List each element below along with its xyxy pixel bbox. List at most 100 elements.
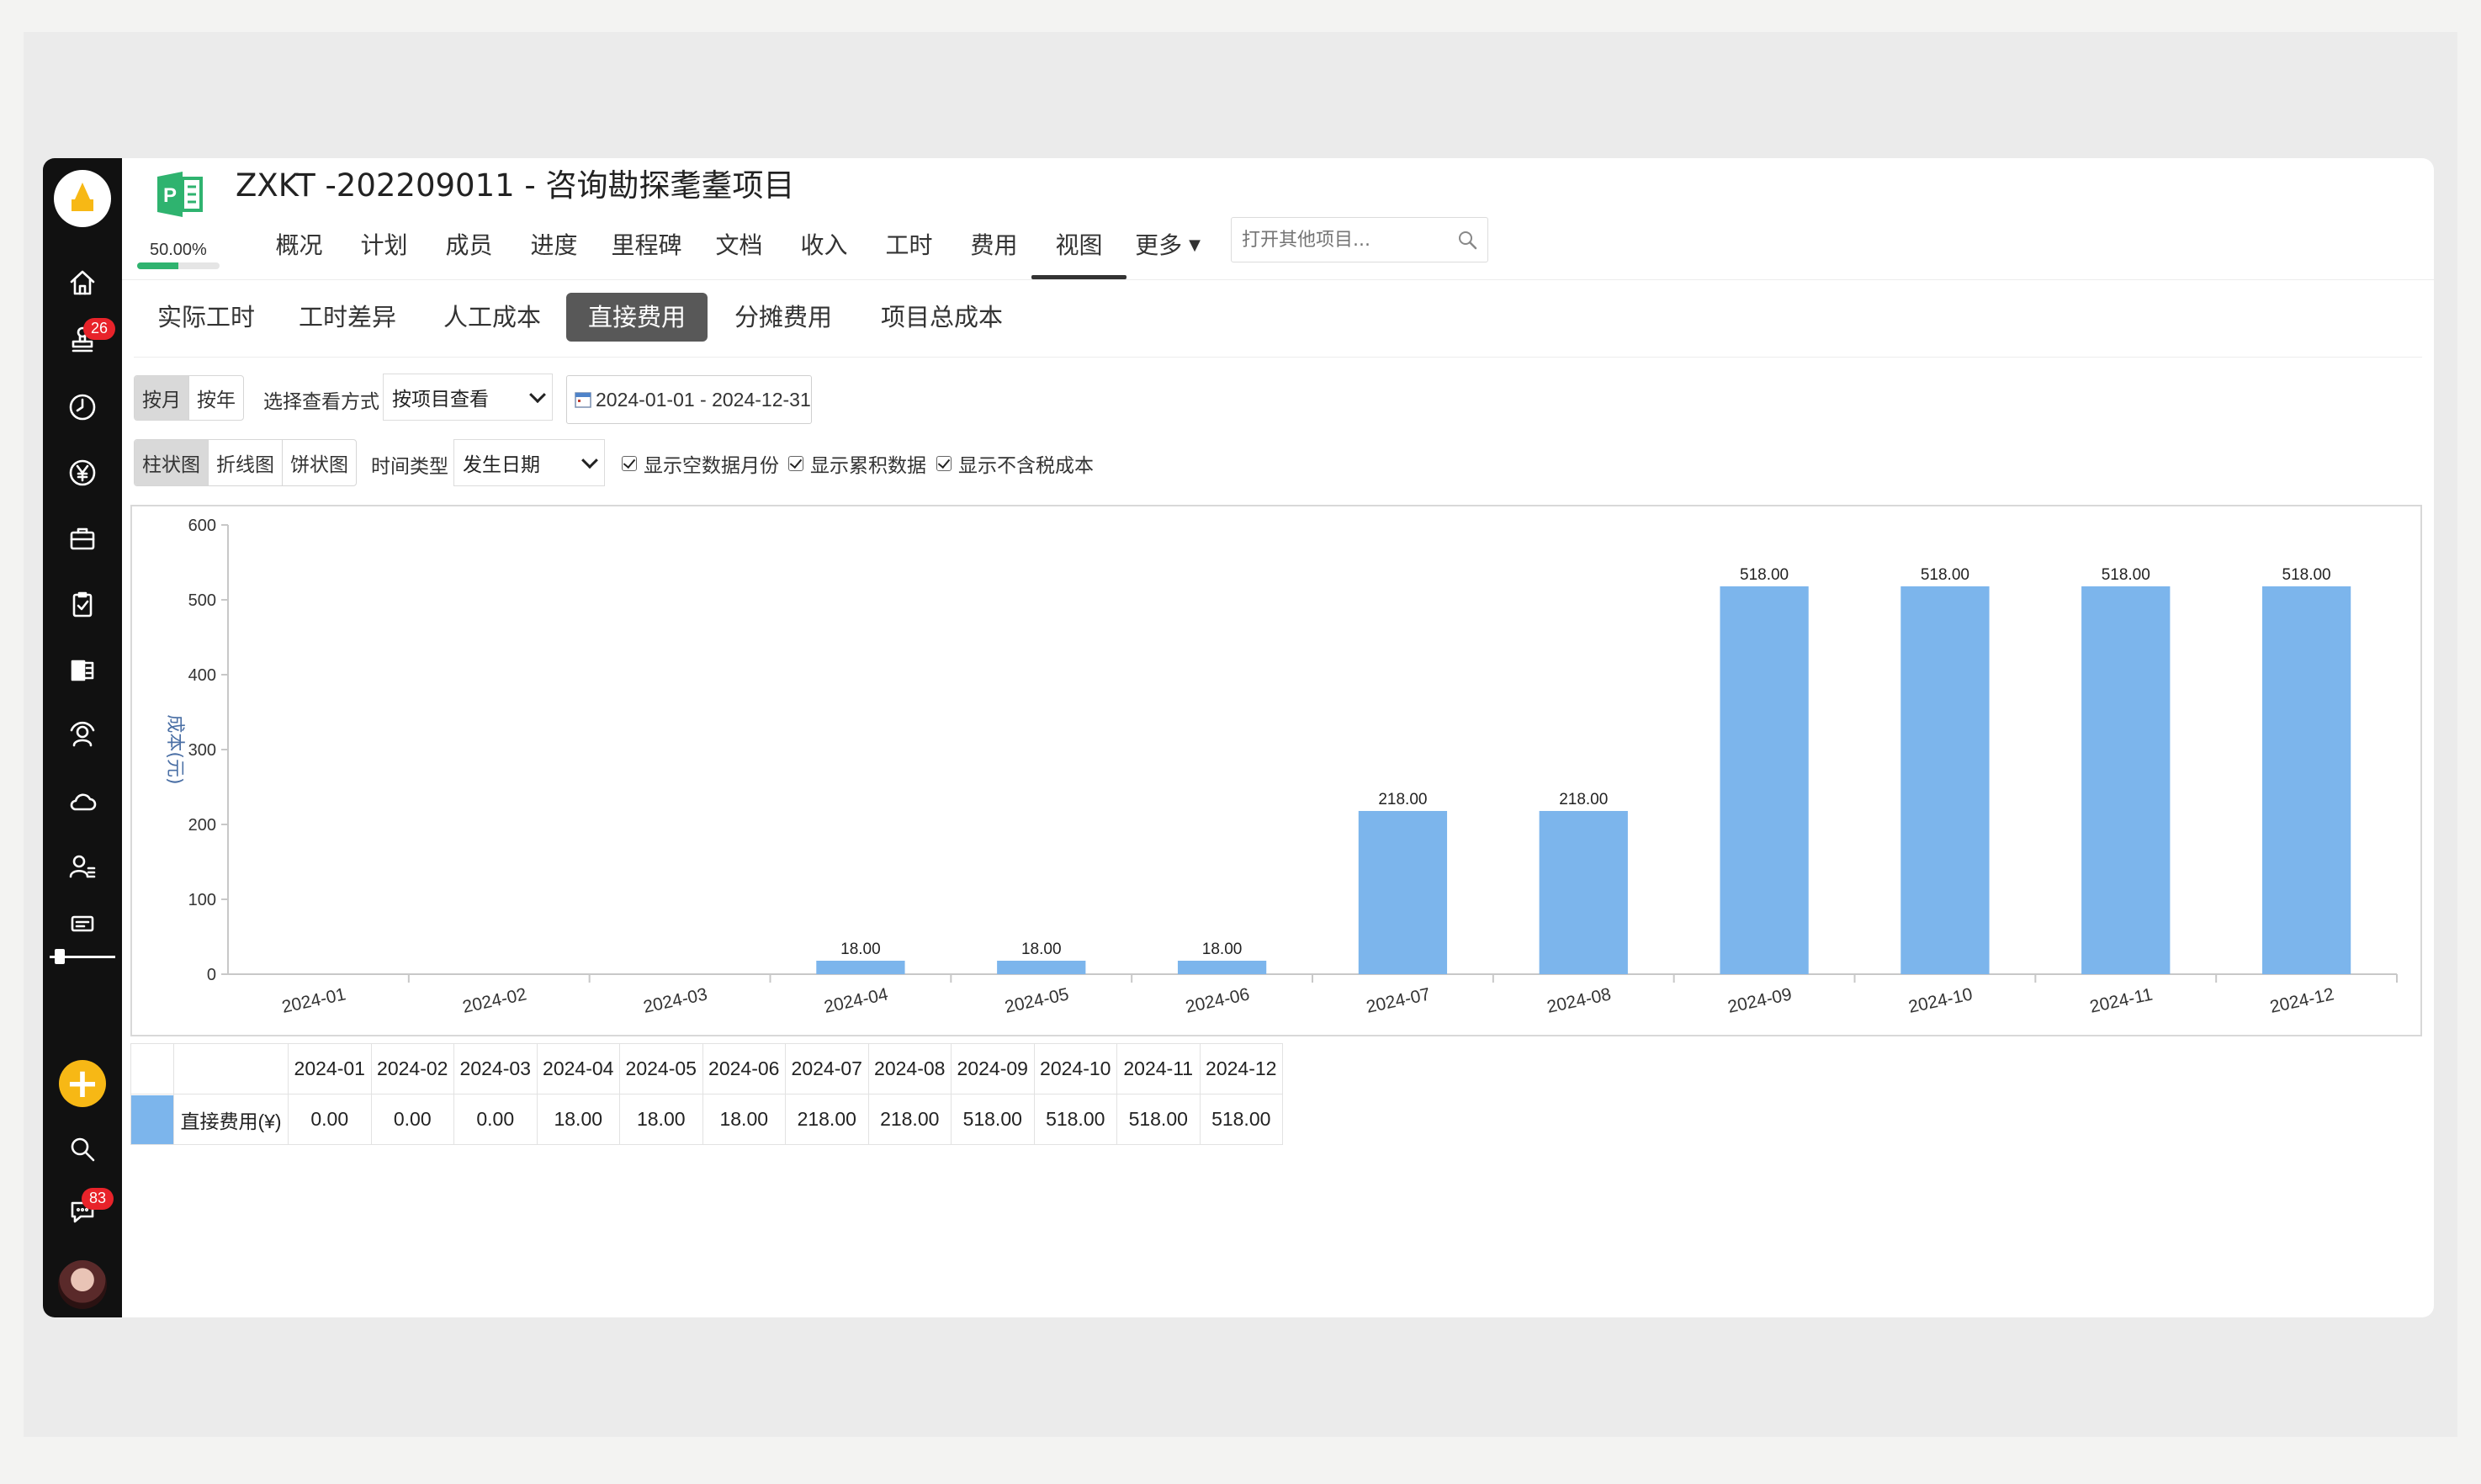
tab-expenses[interactable]: 费用 — [952, 220, 1036, 271]
tab-members[interactable]: 成员 — [427, 220, 512, 271]
message-board-icon[interactable] — [66, 909, 99, 942]
subtab-actual-hours[interactable]: 实际工时 — [135, 293, 277, 342]
tab-plan[interactable]: 计划 — [342, 220, 427, 271]
table-header-month: 2024-01 — [288, 1043, 372, 1094]
tab-progress[interactable]: 进度 — [512, 220, 596, 271]
clock-icon[interactable] — [66, 390, 99, 424]
yen-icon[interactable] — [66, 456, 99, 490]
user-list-icon[interactable] — [66, 850, 99, 883]
time-type-select[interactable]: 发生日期 — [453, 439, 605, 486]
series-name: 直接费用(¥) — [173, 1094, 289, 1145]
team-icon[interactable] — [66, 718, 99, 752]
chart-type-bar[interactable]: 柱状图 — [135, 440, 208, 485]
show-pretax-cost-label: 显示不含税成本 — [958, 455, 1094, 477]
tab-income[interactable]: 收入 — [782, 220, 867, 271]
subtab-labor-cost[interactable]: 人工成本 — [421, 293, 563, 342]
subtab-total-cost[interactable]: 项目总成本 — [859, 293, 1025, 342]
chart-type-toggle: 柱状图 折线图 饼状图 — [134, 439, 357, 486]
y-tick-label: 500 — [188, 591, 216, 610]
sidebar-scroll-handle[interactable] — [55, 949, 65, 964]
show-pretax-cost-checkbox[interactable]: 显示不含税成本 — [936, 449, 1094, 478]
view-mode-value: 按项目查看 — [392, 389, 489, 411]
bar-data-label: 18.00 — [1021, 941, 1062, 958]
checkbox-checked-icon — [622, 456, 637, 471]
table-cell-value: 518.00 — [951, 1094, 1035, 1145]
cloud-icon[interactable] — [66, 784, 99, 818]
tab-more[interactable]: 更多 ▼ — [1121, 220, 1214, 271]
cost-table: 2024-01 2024-02 2024-03 2024-04 2024-05 2024-… — [130, 1043, 1283, 1145]
period-toggle: 按月 按年 — [134, 375, 244, 421]
app-sidebar: 26 + 83 — [43, 158, 122, 1317]
period-by-year[interactable]: 按年 — [188, 376, 243, 420]
table-cell-value: 518.00 — [1033, 1094, 1117, 1145]
x-tick-label: 2024-03 — [642, 984, 709, 1017]
table-cell-value: 218.00 — [867, 1094, 952, 1145]
table-cell-value: 518.00 — [1116, 1094, 1201, 1145]
chart-type-line[interactable]: 折线图 — [208, 440, 282, 485]
tab-overview[interactable]: 概况 — [257, 220, 342, 271]
project-progress-percent: 50.00% — [150, 241, 207, 259]
search-icon[interactable] — [1455, 228, 1479, 252]
add-button[interactable]: + — [59, 1060, 106, 1107]
tab-view[interactable]: 视图 — [1031, 220, 1127, 279]
view-mode-select[interactable]: 按项目查看 — [383, 374, 553, 421]
tab-documents[interactable]: 文档 — [697, 220, 782, 271]
svg-text:P: P — [163, 184, 177, 207]
x-tick-label: 2024-06 — [1184, 984, 1251, 1017]
table-corner-name — [173, 1043, 289, 1094]
table-header-month: 2024-08 — [867, 1043, 952, 1094]
project-progress-bar — [137, 262, 220, 269]
table-cell-value: 0.00 — [370, 1094, 454, 1145]
chart-bar — [997, 960, 1086, 974]
table-cell-value: 0.00 — [453, 1094, 538, 1145]
calendar-icon — [575, 392, 591, 408]
table-header-month: 2024-10 — [1033, 1043, 1117, 1094]
project-search-input[interactable] — [1232, 218, 1442, 262]
y-tick-label: 400 — [188, 666, 216, 685]
logo-icon — [72, 183, 93, 211]
chart-bar — [2081, 586, 2171, 974]
chart-bar — [816, 960, 905, 974]
header-divider — [122, 279, 2434, 280]
show-empty-months-label: 显示空数据月份 — [644, 455, 779, 477]
app-logo[interactable] — [54, 170, 111, 227]
x-tick-label: 2024-09 — [1726, 984, 1794, 1017]
tab-work-hours[interactable]: 工时 — [867, 220, 952, 271]
table-header-row: 2024-01 2024-02 2024-03 2024-04 2024-05 2024-… — [130, 1043, 1283, 1094]
x-tick-label: 2024-01 — [280, 984, 347, 1017]
period-by-month[interactable]: 按月 — [135, 376, 188, 420]
table-cell-value: 518.00 — [1199, 1094, 1283, 1145]
home-icon[interactable] — [66, 266, 99, 299]
avatar[interactable] — [58, 1260, 107, 1309]
subtab-hours-variance[interactable]: 工时差异 — [277, 293, 418, 342]
bar-data-label: 18.00 — [1202, 941, 1243, 958]
subtab-direct-expenses[interactable]: 直接费用 — [566, 293, 708, 342]
clipboard-check-icon[interactable] — [66, 587, 99, 621]
x-tick-label: 2024-10 — [1906, 984, 1974, 1017]
series-swatch — [131, 1094, 173, 1144]
chart-type-pie[interactable]: 饼状图 — [282, 440, 356, 485]
chevron-down-icon — [581, 452, 598, 469]
stamp-badge: 26 — [83, 318, 115, 340]
chevron-down-icon — [529, 386, 546, 404]
bar-data-label: 518.00 — [1921, 566, 1969, 584]
briefcase-icon[interactable] — [66, 522, 99, 555]
y-tick-label: 200 — [188, 816, 216, 835]
date-range-picker[interactable]: 2024-01-01 - 2024-12-31 — [566, 375, 812, 424]
page-title: ZXKT -202209011 - 咨询勘探耄耋项目 — [236, 167, 795, 204]
x-tick-label: 2024-12 — [2268, 984, 2335, 1017]
subtab-divider — [134, 357, 2422, 358]
show-cumulative-checkbox[interactable]: 显示累积数据 — [788, 449, 926, 478]
project-progress-fill — [137, 262, 178, 269]
y-tick-label: 300 — [188, 741, 216, 760]
table-header-month: 2024-05 — [619, 1043, 703, 1094]
series-swatch-cell — [130, 1094, 174, 1145]
subtab-allocated-expenses[interactable]: 分摊费用 — [713, 293, 854, 342]
search-icon[interactable] — [66, 1132, 99, 1166]
show-empty-months-checkbox[interactable]: 显示空数据月份 — [622, 449, 779, 478]
table-header-month: 2024-06 — [702, 1043, 786, 1094]
view-mode-label: 选择查看方式 — [263, 391, 379, 413]
project-icon[interactable] — [66, 653, 99, 686]
table-corner — [130, 1043, 174, 1094]
tab-milestones[interactable]: 里程碑 — [596, 220, 697, 271]
